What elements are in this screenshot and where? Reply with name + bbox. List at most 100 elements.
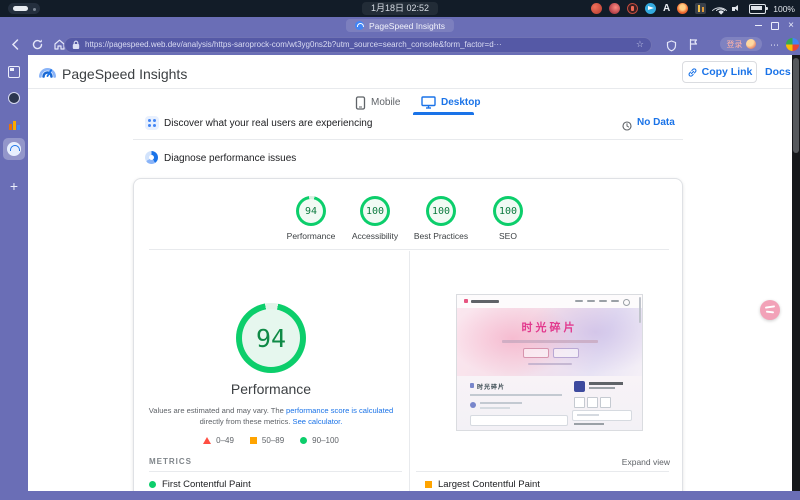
close-button[interactable]: × <box>788 21 794 31</box>
disclaimer-text: Values are estimated and may vary. The p… <box>146 405 396 427</box>
wifi-icon[interactable] <box>713 4 725 14</box>
preview-scrollbar <box>639 297 641 323</box>
link-icon <box>687 67 698 78</box>
no-data-clock-icon <box>622 118 632 128</box>
expand-view-button[interactable]: Expand view <box>622 457 670 467</box>
preview-hero: 时光碎片 <box>457 308 642 376</box>
scrollbar-thumb[interactable] <box>793 58 799 153</box>
window-controls: × <box>755 17 794 34</box>
red-triangle-icon <box>203 437 211 444</box>
orange-square-icon <box>425 481 432 488</box>
tray-app2-icon[interactable] <box>609 3 620 14</box>
system-tray: A 100% <box>591 0 795 17</box>
preview-line <box>480 402 522 404</box>
preview-section-title: 时光碎片 <box>477 382 505 391</box>
pagespeed-logo-icon[interactable] <box>38 63 57 82</box>
orange-square-icon <box>250 437 257 444</box>
metric-name: Largest Contentful Paint <box>438 479 540 490</box>
tab-favicon <box>355 21 364 30</box>
score-seo[interactable]: 100 SEO <box>463 196 553 241</box>
avatar <box>746 39 756 49</box>
input-method-indicator[interactable]: A <box>663 3 670 14</box>
preview-logo-icon <box>464 299 468 303</box>
site-screenshot-thumbnail[interactable]: 时光碎片 时光碎片 <box>456 294 643 431</box>
keyboard-icon[interactable] <box>695 3 706 14</box>
browser-tab[interactable]: PageSpeed Insights <box>346 19 454 32</box>
no-data-status[interactable]: No Data <box>637 117 675 128</box>
column-divider <box>409 251 410 491</box>
preview-square-button <box>587 397 598 408</box>
sidebar-tabs-icon[interactable] <box>8 66 20 78</box>
sidebar-add-icon[interactable]: + <box>8 180 20 192</box>
overflow-menu-icon[interactable]: ⋯ <box>770 40 780 51</box>
metric-lcp: Largest Contentful Paint <box>425 479 540 490</box>
back-icon[interactable] <box>9 38 22 51</box>
preview-hero-title: 时光碎片 <box>457 319 642 335</box>
preview-header <box>457 295 642 308</box>
preview-lower-section: 时光碎片 <box>457 376 642 430</box>
browser-sidebar: + <box>0 55 28 491</box>
score-calc-link[interactable]: performance score is calculated <box>286 406 393 415</box>
metric-name: First Contentful Paint <box>162 479 251 490</box>
green-circle-icon <box>149 481 156 488</box>
preview-line <box>589 387 615 389</box>
card-divider <box>149 249 669 250</box>
mobile-icon <box>355 96 368 109</box>
tab-desktop[interactable]: Desktop <box>441 97 480 108</box>
disclaimer-part1: Values are estimated and may vary. The <box>149 406 286 415</box>
metric-col-divider-right <box>416 471 669 472</box>
preview-square-button <box>574 397 585 408</box>
gauge-label: Performance <box>171 381 371 397</box>
url-bar[interactable]: https://pagespeed.web.dev/analysis/https… <box>64 37 652 53</box>
preview-card-logo <box>574 381 585 392</box>
disclaimer-part2: directly from these metrics. <box>200 417 293 426</box>
score-label: SEO <box>463 231 553 241</box>
desktop-icon <box>421 96 434 109</box>
metrics-heading: METRICS <box>149 457 192 466</box>
page-title: PageSpeed Insights <box>62 66 187 82</box>
sidebar-app-icon[interactable] <box>8 92 20 104</box>
lighthouse-icon <box>145 151 158 164</box>
tray-app3-icon[interactable] <box>627 3 638 14</box>
browser-tray-icon[interactable] <box>677 3 688 14</box>
tray-app1-icon[interactable] <box>591 3 602 14</box>
page-content: PageSpeed Insights Copy Link Docs Mobile… <box>28 55 792 491</box>
see-calculator-link[interactable]: See calculator. <box>293 417 343 426</box>
extension-flag-icon[interactable] <box>688 38 699 51</box>
preview-line <box>480 407 510 409</box>
workspace-indicator[interactable] <box>8 3 40 14</box>
tab-mobile[interactable]: Mobile <box>371 97 400 108</box>
browser-toolbar: https://pagespeed.web.dev/analysis/https… <box>0 34 800 55</box>
section-divider <box>133 139 683 140</box>
telegram-icon[interactable] <box>645 3 656 14</box>
floating-widget-button[interactable] <box>760 300 780 320</box>
preview-avatar <box>470 402 476 408</box>
sidebar-analytics-icon[interactable] <box>8 118 20 130</box>
reload-icon[interactable] <box>31 38 44 51</box>
preview-line <box>470 394 562 396</box>
system-bar: 1月18日 02:52 A 100% <box>0 0 800 17</box>
workspace-dot-icon <box>33 8 36 11</box>
volume-icon[interactable] <box>732 4 742 14</box>
discover-section-label: Discover what your real users are experi… <box>164 118 372 129</box>
preview-brand-bar <box>471 300 499 303</box>
preview-text-bar <box>528 363 572 365</box>
extension-pinwheel-icon[interactable] <box>786 38 799 51</box>
bookmark-star-icon[interactable]: ☆ <box>636 40 644 49</box>
maximize-button[interactable] <box>771 22 779 30</box>
shield-icon[interactable] <box>666 39 677 51</box>
preview-input <box>470 415 568 426</box>
legend-item-fail: 0–49 <box>203 436 234 445</box>
login-button[interactable]: 登录 <box>720 37 762 51</box>
minimize-button[interactable] <box>755 25 762 26</box>
copy-link-button[interactable]: Copy Link <box>682 61 757 83</box>
window-bottom-frame <box>0 491 800 500</box>
preview-button2 <box>553 348 579 358</box>
sidebar-pagespeed-icon-active[interactable] <box>3 138 25 160</box>
docs-link[interactable]: Docs <box>765 66 791 78</box>
preview-line <box>589 382 623 385</box>
report-card: 94 Performance 100 Accessibility 100 Bes… <box>133 178 683 491</box>
tab-title: PageSpeed Insights <box>369 21 445 31</box>
performance-gauge[interactable]: 94 <box>236 303 306 373</box>
legend-item-good: 90–100 <box>300 436 339 445</box>
